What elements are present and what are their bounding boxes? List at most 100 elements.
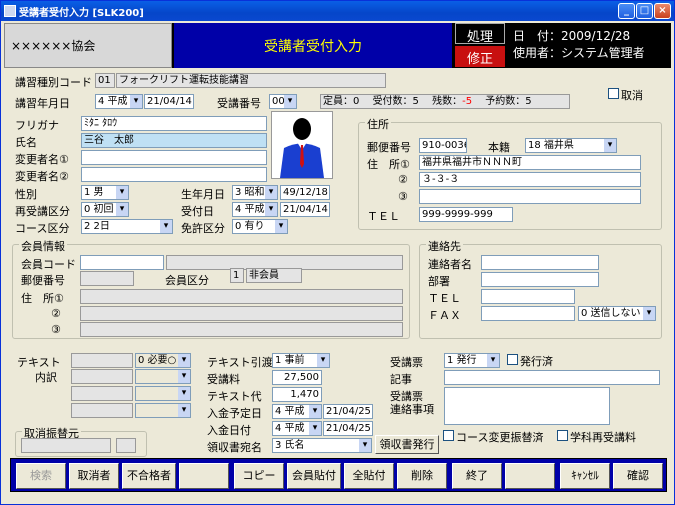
cancel-checkbox-label: 取消 bbox=[621, 89, 643, 102]
text-field-4 bbox=[71, 403, 133, 418]
minimize-button[interactable]: _ bbox=[618, 3, 635, 19]
ticket-issue-select[interactable]: 1 発行 bbox=[444, 353, 500, 368]
member-type-name: 非会員 bbox=[246, 268, 302, 283]
text-need-select-4 bbox=[135, 403, 191, 418]
license-type-select[interactable]: 0 有り bbox=[232, 219, 288, 234]
course-change-checkbox-label: コース変更振替済 bbox=[456, 431, 544, 444]
article-label: 記事 bbox=[390, 373, 412, 386]
payment-era-select[interactable]: 4 平成 bbox=[272, 421, 322, 436]
address2-label: ② bbox=[398, 173, 408, 186]
failed-button[interactable]: 不合格者 bbox=[122, 463, 176, 489]
address2-field[interactable]: ３-３-３ bbox=[419, 172, 641, 187]
contact-tel-field[interactable] bbox=[481, 289, 575, 304]
payment-due-era-select[interactable]: 4 平成 bbox=[272, 404, 322, 419]
member-zip-display bbox=[80, 271, 134, 286]
birth-era-select[interactable]: 3 昭和 bbox=[232, 185, 278, 200]
reception-number-label: 受講番号 bbox=[217, 97, 261, 110]
cancel-source-code bbox=[116, 438, 136, 453]
course-date-field[interactable]: 21/04/14 bbox=[144, 94, 194, 109]
accept-date-field[interactable]: 21/04/14 bbox=[280, 202, 330, 217]
department-field[interactable] bbox=[481, 272, 599, 287]
course-era-select[interactable]: 4 平成 bbox=[95, 94, 143, 109]
payment-due-date-field[interactable]: 21/04/25 bbox=[323, 404, 373, 419]
text-delivery-select[interactable]: 1 事前 bbox=[272, 353, 330, 368]
reexam-fee-checkbox[interactable] bbox=[557, 430, 568, 441]
blank-button-2[interactable] bbox=[505, 463, 555, 489]
canceller-button[interactable]: 取消者 bbox=[69, 463, 119, 489]
article-field[interactable] bbox=[444, 370, 660, 385]
maximize-button[interactable]: □ bbox=[636, 3, 653, 19]
paste-all-button[interactable]: 全貼付 bbox=[344, 463, 394, 489]
function-key-toolbar: 検索 取消者 不合格者 コピー 会員貼付 全貼付 削除 終了 ｷｬﾝｾﾙ 確認 bbox=[10, 458, 667, 492]
course-change-checkbox[interactable] bbox=[443, 430, 454, 441]
blank-button-1[interactable] bbox=[179, 463, 229, 489]
furigana-field[interactable]: ﾐﾀﾆ ﾀﾛｳ bbox=[81, 116, 267, 131]
course-type-select[interactable]: 2 2日 bbox=[81, 219, 173, 234]
zip-field[interactable]: 910-0036 bbox=[419, 138, 467, 153]
copy-button[interactable]: コピー bbox=[234, 463, 284, 489]
changed-name1-label: 変更者名① bbox=[15, 153, 69, 166]
cancel-source-field bbox=[21, 438, 111, 453]
member-paste-button[interactable]: 会員貼付 bbox=[287, 463, 341, 489]
receipt-address-label: 領収書宛名 bbox=[207, 441, 262, 454]
issue-receipt-button[interactable]: 領収書発行 bbox=[375, 435, 439, 454]
member-address2-display bbox=[80, 306, 403, 321]
text-need-select[interactable]: 0 必要○ bbox=[135, 353, 191, 368]
fax-field[interactable] bbox=[481, 306, 575, 321]
course-code-field[interactable]: 01 bbox=[95, 73, 115, 88]
window-title: 受講者受付入力 [SLK200] bbox=[19, 8, 144, 19]
member-zip-label: 郵便番号 bbox=[21, 274, 65, 287]
tel-field[interactable]: 999-9999-999 bbox=[419, 207, 513, 222]
honseki-select[interactable]: 18 福井県 bbox=[525, 138, 617, 153]
member-address3-label: ③ bbox=[51, 323, 61, 336]
address3-label: ③ bbox=[398, 190, 408, 203]
member-type-label: 会員区分 bbox=[165, 274, 209, 287]
cancel-button[interactable]: ｷｬﾝｾﾙ bbox=[560, 463, 610, 489]
capacity-info: 定員：0 受付数：5 残数：-5 予約数：5 bbox=[320, 94, 570, 109]
reception-number-field[interactable]: 001 bbox=[269, 94, 297, 109]
remain-label: 残数： bbox=[432, 96, 463, 107]
changed-name2-field[interactable] bbox=[81, 167, 267, 182]
changed-name1-field[interactable] bbox=[81, 150, 267, 165]
cancel-checkbox[interactable] bbox=[608, 88, 619, 99]
sex-label: 性別 bbox=[15, 188, 37, 201]
address1-field[interactable]: 福井県福井市ＮＮＮ町 bbox=[419, 155, 641, 170]
text-field-3 bbox=[71, 386, 133, 401]
photo-image bbox=[271, 111, 333, 179]
end-button[interactable]: 終了 bbox=[452, 463, 502, 489]
sex-select[interactable]: 1 男 bbox=[81, 185, 129, 200]
remain-count: -5 bbox=[462, 96, 473, 107]
close-button[interactable]: × bbox=[654, 3, 671, 19]
payment-due-label: 入金予定日 bbox=[207, 407, 262, 420]
mode-badge: 修正 bbox=[455, 46, 505, 67]
name-field[interactable]: 三谷 太郎 bbox=[81, 133, 267, 148]
member-address1-display bbox=[80, 289, 403, 304]
confirm-button[interactable]: 確認 bbox=[613, 463, 663, 489]
process-label: 処理 bbox=[455, 23, 505, 45]
address3-field[interactable] bbox=[419, 189, 641, 204]
reexam-type-select[interactable]: 0 初回 bbox=[81, 202, 129, 217]
receipt-address-select[interactable]: 3 氏名 bbox=[272, 438, 372, 453]
fax-send-select[interactable]: 0 送信しない bbox=[578, 306, 656, 321]
course-code-label: 講習種別コード bbox=[15, 76, 92, 89]
tel-label: ＴＥＬ bbox=[367, 210, 400, 223]
payment-date-field[interactable]: 21/04/25 bbox=[323, 421, 373, 436]
session-info: 日 付：2009/12/28 使用者：システム管理者 bbox=[508, 23, 671, 68]
birth-date-field[interactable]: 49/12/18 bbox=[280, 185, 330, 200]
member-code-field[interactable] bbox=[80, 255, 164, 270]
accept-era-select[interactable]: 4 平成 bbox=[232, 202, 278, 217]
license-type-label: 免許区分 bbox=[181, 222, 225, 235]
contact-group-title: 連絡先 bbox=[426, 238, 463, 254]
delete-button[interactable]: 削除 bbox=[397, 463, 447, 489]
text-fee-field[interactable]: 1,470 bbox=[272, 387, 322, 402]
contact-name-field[interactable] bbox=[481, 255, 599, 270]
tuition-field[interactable]: 27,500 bbox=[272, 370, 322, 385]
member-info-group-title: 会員情報 bbox=[19, 238, 67, 254]
course-type-label: コース区分 bbox=[15, 222, 70, 235]
accept-date-label: 受付日 bbox=[181, 205, 214, 218]
member-address3-display bbox=[80, 322, 403, 337]
search-button[interactable]: 検索 bbox=[16, 463, 66, 489]
issued-checkbox[interactable] bbox=[507, 354, 518, 365]
date-label: 日 付： bbox=[513, 29, 562, 43]
ticket-notes-field[interactable] bbox=[444, 387, 610, 425]
